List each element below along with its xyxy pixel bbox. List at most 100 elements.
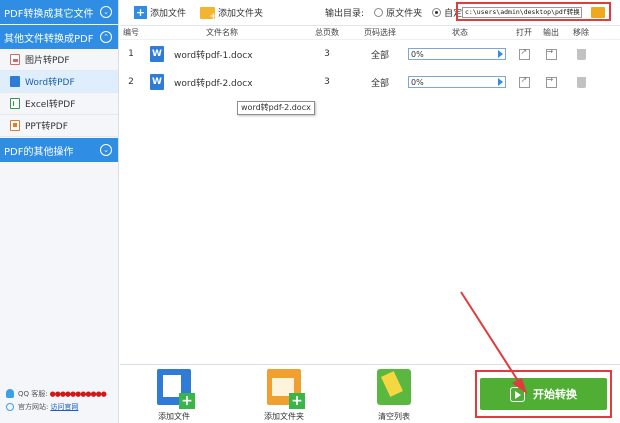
radio-label: 原文件夹: [386, 9, 423, 19]
plus-icon: +: [134, 6, 147, 19]
clear-list-label: 清空列表: [378, 412, 410, 421]
row-no: 1: [128, 49, 134, 59]
table-header: 编号 文件名称 总页数 页码选择 状态 打开 输出 移除: [120, 26, 620, 40]
sidebar-item-excel-to-pdf[interactable]: Excel转PDF: [0, 93, 118, 115]
word-doc-icon: W: [150, 46, 164, 62]
row-page-range[interactable]: 全部: [352, 76, 408, 89]
play-icon: [510, 386, 525, 402]
category-label: PDF的其他操作: [4, 146, 74, 158]
website-label: 官方网站:: [18, 402, 49, 411]
row-status-cell: 0%: [408, 48, 512, 60]
row-filename: word转pdf-1.docx: [174, 50, 253, 61]
filename-tooltip: word转pdf-2.docx: [237, 101, 315, 115]
header-status: 状态: [452, 28, 468, 37]
excel-file-icon: [10, 98, 20, 109]
trash-icon[interactable]: [576, 76, 586, 88]
row-name-cell: W word转pdf-1.docx: [142, 46, 302, 62]
header-open: 打开: [516, 28, 532, 37]
bottom-add-file-label: 添加文件: [158, 412, 190, 421]
sidebar: PDF转换成其它文件 ⌄ 其他文件转换成PDF ⌃ 图片转PDF Word转PD…: [0, 0, 119, 423]
qq-label: QQ 客服:: [18, 389, 48, 398]
row-pages: 3: [324, 49, 330, 59]
output-path-highlight: c:\users\admin\desktop\pdf转换: [456, 2, 611, 21]
category-pdf-other-ops[interactable]: PDF的其他操作 ⌄: [0, 138, 118, 162]
trash-icon[interactable]: [576, 48, 586, 60]
start-convert-button[interactable]: 开始转换: [480, 378, 607, 410]
category-other-to-pdf[interactable]: 其他文件转换成PDF ⌃: [0, 25, 118, 49]
bottom-add-folder-label: 添加文件夹: [264, 412, 304, 421]
contact-info: QQ 客服: ●●●●●●●●●●● 官方网站: 访问官网: [6, 387, 107, 413]
radio-selected-icon: [432, 8, 442, 17]
output-folder-icon[interactable]: [545, 75, 557, 88]
header-remove: 移除: [573, 28, 589, 37]
website-link[interactable]: 访问官网: [50, 402, 78, 412]
add-folder-icon: [267, 369, 305, 409]
row-status-cell: 0%: [408, 76, 512, 88]
status-percent: 0%: [411, 77, 424, 87]
table-row[interactable]: 1 W word转pdf-1.docx 3 全部 0%: [120, 40, 620, 68]
row-page-range[interactable]: 全部: [352, 48, 408, 61]
category-label: 其他文件转换成PDF: [4, 33, 94, 45]
sidebar-item-label: Word转PDF: [25, 78, 75, 88]
header-pages: 总页数: [315, 28, 339, 37]
add-folder-label: 添加文件夹: [218, 9, 264, 19]
category-pdf-to-other[interactable]: PDF转换成其它文件 ⌄: [0, 0, 118, 24]
row-name-cell: W word转pdf-2.docx: [142, 74, 302, 90]
remove-cell: [566, 48, 596, 60]
open-file-icon[interactable]: [518, 75, 530, 88]
header-no: 编号: [123, 28, 139, 37]
table-row[interactable]: 2 W word转pdf-2.docx 3 全部 0%: [120, 68, 620, 96]
header-range: 页码选择: [364, 28, 396, 37]
radio-icon: [374, 8, 384, 17]
open-cell: [512, 47, 536, 60]
play-icon[interactable]: [498, 78, 503, 86]
image-file-icon: [10, 54, 20, 65]
status-progress-bar: 0%: [408, 76, 506, 88]
broom-icon: [377, 369, 411, 405]
header-output: 输出: [543, 28, 559, 37]
qq-icon: [6, 389, 14, 398]
play-icon[interactable]: [498, 50, 503, 58]
status-percent: 0%: [411, 49, 424, 59]
header-name: 文件名称: [206, 28, 238, 37]
sidebar-item-ppt-to-pdf[interactable]: PPT转PDF: [0, 115, 118, 137]
start-convert-label: 开始转换: [533, 388, 577, 401]
app-window: PDF转换成其它文件 ⌄ 其他文件转换成PDF ⌃ 图片转PDF Word转PD…: [0, 0, 620, 423]
remove-cell: [566, 76, 596, 88]
add-file-button[interactable]: + 添加文件: [134, 6, 186, 19]
clear-list-button[interactable]: 清空列表: [364, 369, 424, 422]
website-contact: 官方网站: 访问官网: [6, 400, 106, 413]
bottom-add-file-button[interactable]: 添加文件: [144, 369, 204, 422]
ppt-file-icon: [10, 120, 20, 131]
folder-add-icon: [200, 6, 217, 22]
start-button-highlight: 开始转换: [475, 370, 612, 418]
category-label: PDF转换成其它文件: [4, 8, 94, 20]
status-progress-bar: 0%: [408, 48, 506, 60]
add-file-label: 添加文件: [150, 9, 187, 19]
sidebar-item-label: Excel转PDF: [25, 100, 76, 110]
open-file-icon[interactable]: [518, 47, 530, 60]
word-file-icon: [10, 76, 20, 87]
row-filename: word转pdf-2.docx: [174, 78, 253, 89]
chevron-down-icon: ⌄: [100, 6, 112, 18]
add-document-icon: [157, 369, 195, 409]
add-folder-button[interactable]: 添加文件夹: [200, 6, 264, 22]
sidebar-item-label: PPT转PDF: [25, 122, 68, 132]
bottom-action-bar: 添加文件 添加文件夹 清空列表 开始转换: [120, 364, 620, 423]
chevron-down-icon: ⌄: [100, 144, 112, 156]
sidebar-item-word-to-pdf[interactable]: Word转PDF: [0, 71, 118, 93]
browse-folder-icon[interactable]: [591, 7, 605, 18]
radio-original-folder[interactable]: 原文件夹: [374, 6, 422, 19]
word-doc-icon: W: [150, 74, 164, 90]
row-pages: 3: [324, 77, 330, 87]
output-path-input[interactable]: c:\users\admin\desktop\pdf转换: [462, 7, 582, 18]
open-cell: [512, 75, 536, 88]
sidebar-item-label: 图片转PDF: [25, 56, 70, 66]
output-folder-icon[interactable]: [545, 47, 557, 60]
qq-number[interactable]: ●●●●●●●●●●●: [50, 390, 107, 398]
bottom-add-folder-button[interactable]: 添加文件夹: [254, 369, 314, 422]
sidebar-item-image-to-pdf[interactable]: 图片转PDF: [0, 49, 118, 71]
output-dir-label: 输出目录:: [325, 9, 365, 19]
output-cell: [536, 75, 566, 88]
qq-contact: QQ 客服: ●●●●●●●●●●●: [6, 387, 107, 400]
